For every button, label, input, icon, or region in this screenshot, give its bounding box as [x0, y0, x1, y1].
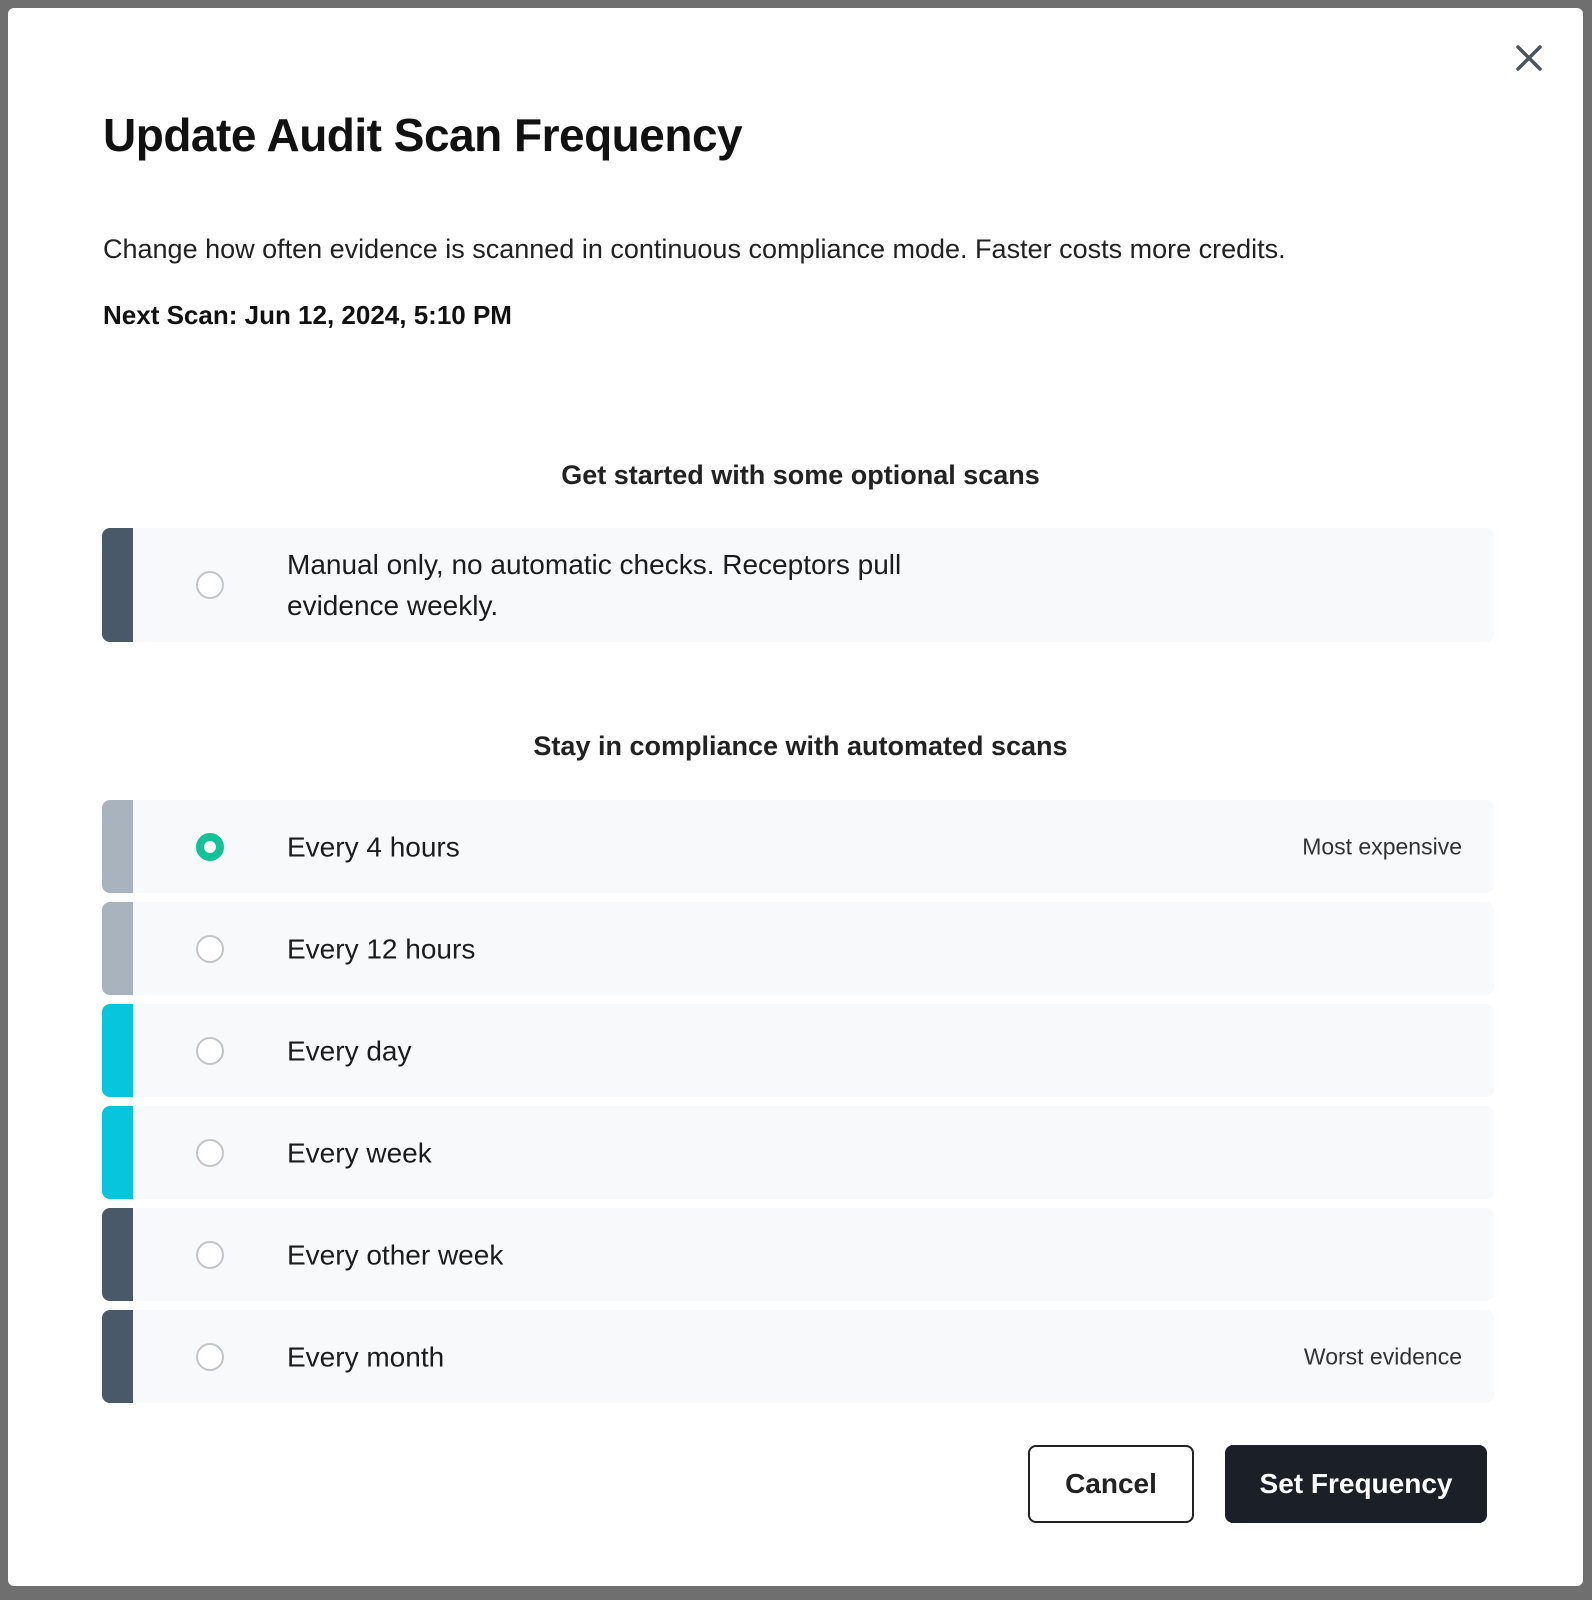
- radio-button[interactable]: [196, 1138, 224, 1167]
- frequency-option-manual[interactable]: Manual only, no automatic checks. Recept…: [102, 528, 1494, 642]
- radio-button[interactable]: [196, 1240, 224, 1269]
- option-label: Manual only, no automatic checks. Recept…: [287, 549, 902, 621]
- radio-button[interactable]: [196, 1036, 224, 1065]
- option-color-bar: [102, 902, 133, 995]
- frequency-option-every-week[interactable]: Every week: [102, 1106, 1494, 1199]
- option-color-bar: [102, 1208, 133, 1301]
- option-color-bar: [102, 528, 133, 642]
- radio-button[interactable]: [196, 571, 224, 599]
- scan-frequency-dialog: Update Audit Scan Frequency Change how o…: [8, 8, 1583, 1586]
- set-frequency-button[interactable]: Set Frequency: [1225, 1445, 1487, 1523]
- option-label: Every day: [287, 1035, 412, 1066]
- radio-button[interactable]: [196, 934, 224, 963]
- radio-button[interactable]: [196, 1342, 224, 1371]
- option-label: Every other week: [287, 1239, 504, 1270]
- frequency-option-every-other-week[interactable]: Every other week: [102, 1208, 1494, 1301]
- option-color-bar: [102, 1106, 133, 1199]
- radio-button[interactable]: [196, 832, 224, 861]
- frequency-option-every-12-hours[interactable]: Every 12 hours: [102, 902, 1494, 995]
- next-scan-text: Next Scan: Jun 12, 2024, 5:10 PM: [103, 300, 512, 330]
- frequency-option-every-day[interactable]: Every day: [102, 1004, 1494, 1097]
- option-color-bar: [102, 1310, 133, 1403]
- option-color-bar: [102, 800, 133, 893]
- dialog-title: Update Audit Scan Frequency: [103, 109, 743, 161]
- option-tag: Worst evidence: [1303, 1343, 1462, 1369]
- automated-scans-heading: Stay in compliance with automated scans: [533, 731, 1068, 761]
- close-icon[interactable]: [1509, 38, 1549, 78]
- frequency-option-every-4-hours[interactable]: Every 4 hours Most expensive: [102, 800, 1494, 893]
- cancel-button[interactable]: Cancel: [1028, 1445, 1194, 1523]
- option-color-bar: [102, 1004, 133, 1097]
- option-label: Every week: [287, 1137, 432, 1168]
- option-label: Every month: [287, 1341, 445, 1372]
- dialog-description: Change how often evidence is scanned in …: [103, 234, 1286, 264]
- option-tag: Most expensive: [1302, 833, 1462, 859]
- option-label: Every 4 hours: [287, 831, 460, 862]
- frequency-option-every-month[interactable]: Every month Worst evidence: [102, 1310, 1494, 1403]
- optional-scans-heading: Get started with some optional scans: [561, 460, 1040, 490]
- option-label: Every 12 hours: [287, 933, 476, 964]
